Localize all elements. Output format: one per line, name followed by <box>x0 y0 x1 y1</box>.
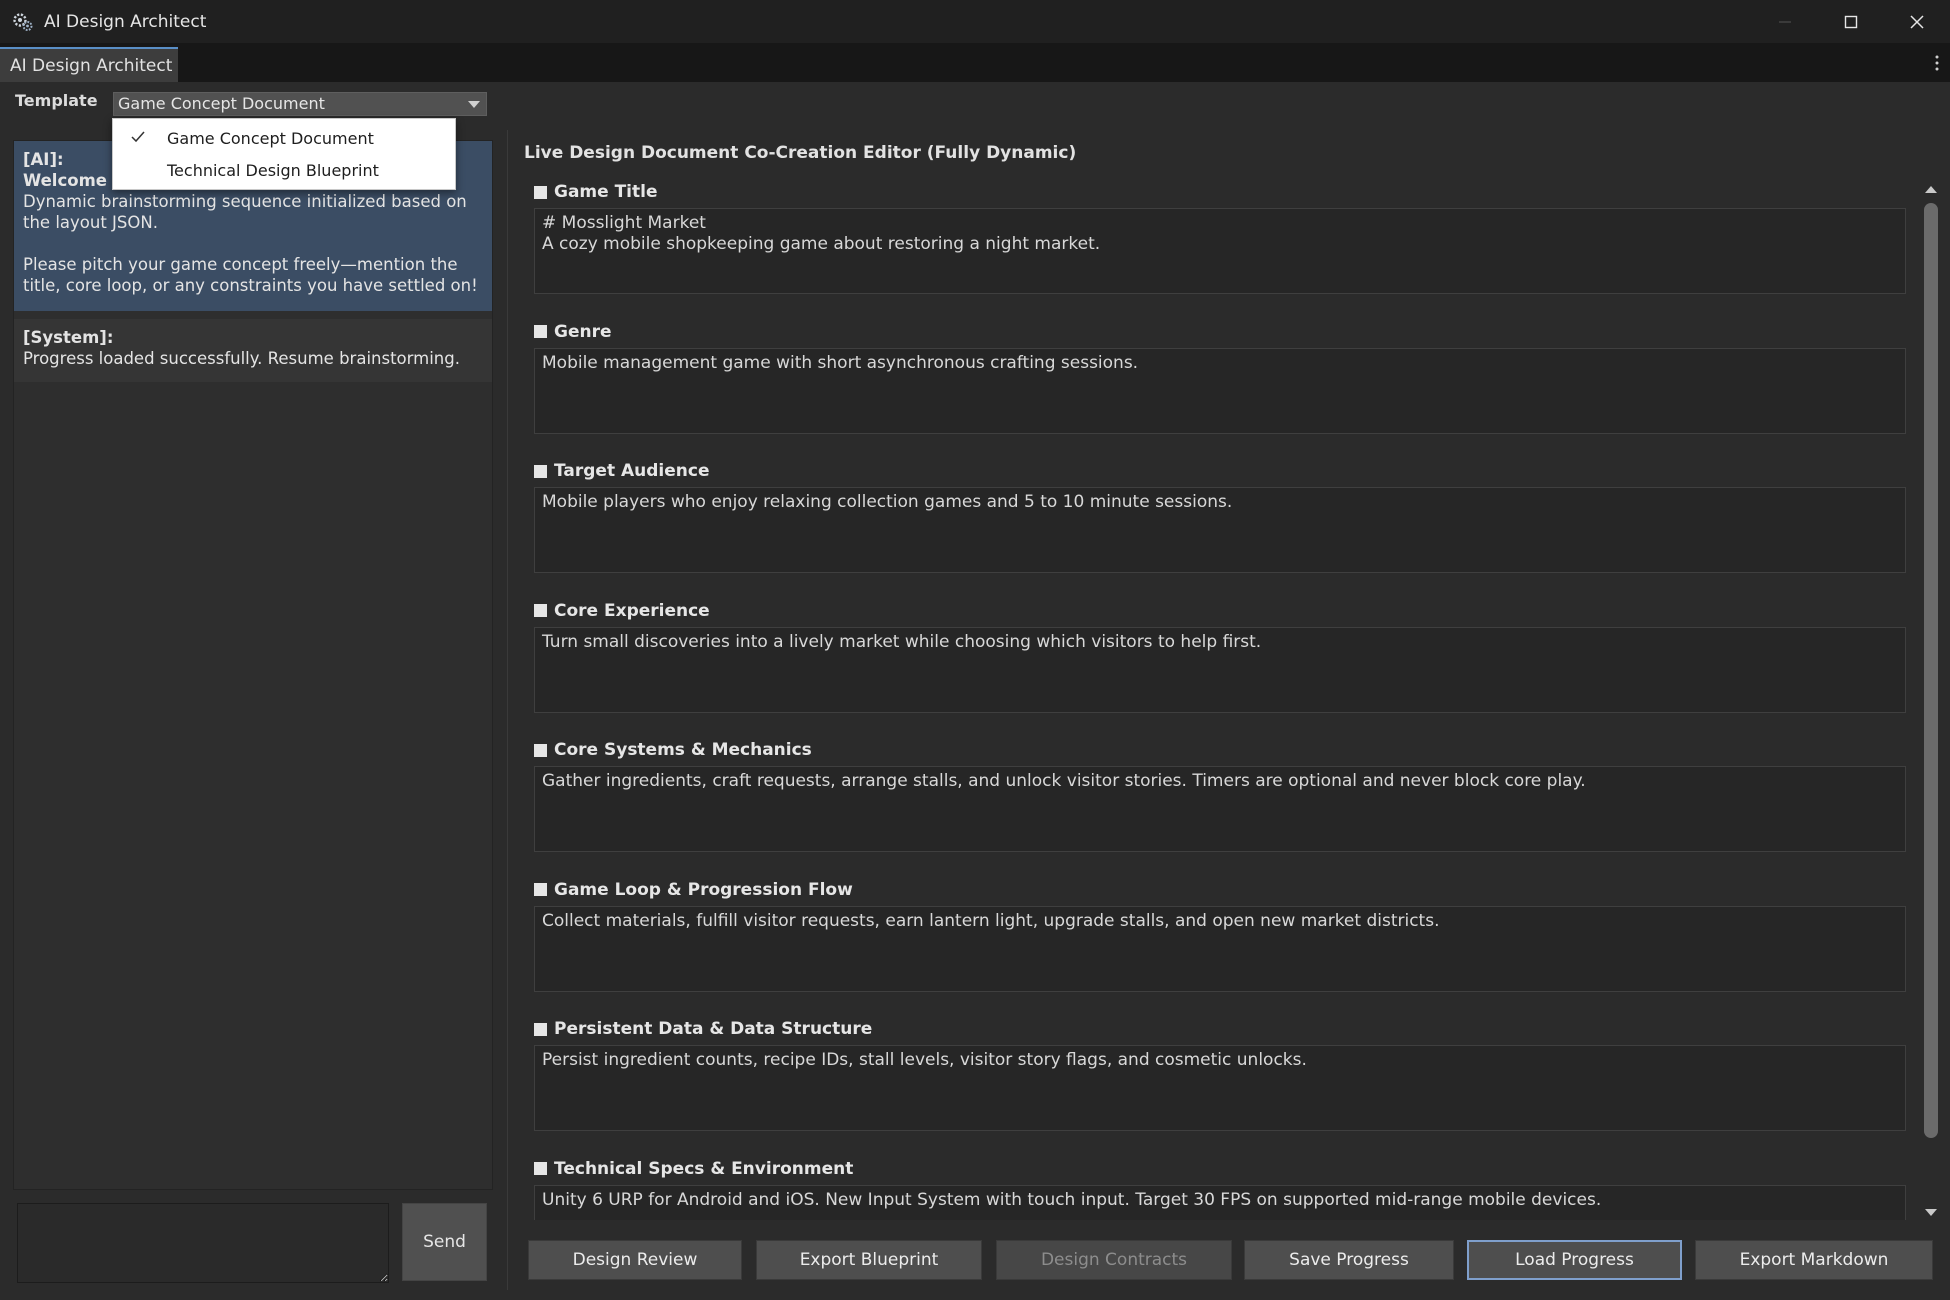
section-heading: Game Loop & Progression Flow <box>554 879 853 900</box>
tab-ai-design-architect[interactable]: AI Design Architect <box>0 47 178 82</box>
section-marker-icon <box>534 743 547 757</box>
scroll-up-icon[interactable] <box>1925 186 1937 193</box>
maximize-icon <box>1844 15 1858 28</box>
section-textbox[interactable]: Mobile players who enjoy relaxing collec… <box>534 487 1906 573</box>
design-review-button[interactable]: Design Review <box>528 1240 742 1280</box>
chat-input[interactable] <box>17 1203 389 1283</box>
window-controls <box>1752 0 1950 43</box>
chat-ai-line2: Please pitch your game concept freely—me… <box>23 255 478 295</box>
export-blueprint-button[interactable]: Export Blueprint <box>756 1240 982 1280</box>
section-game-loop: Game Loop & Progression Flow Collect mat… <box>524 878 1924 1018</box>
section-heading: Target Audience <box>554 461 710 481</box>
editor-scrollbar[interactable] <box>1922 180 1940 1220</box>
section-marker-icon <box>534 185 547 199</box>
scroll-down-icon[interactable] <box>1925 1209 1937 1216</box>
chevron-down-icon <box>468 101 480 108</box>
chat-system-text: Progress loaded successfully. Resume bra… <box>23 349 460 368</box>
minimize-icon <box>1779 21 1791 22</box>
tab-bar: AI Design Architect <box>0 43 1950 82</box>
dropdown-option-technical-blueprint[interactable]: Technical Design Blueprint <box>113 155 455 185</box>
section-marker-icon <box>534 883 547 896</box>
section-marker-icon <box>534 1162 547 1175</box>
section-heading: Genre <box>554 321 612 342</box>
section-genre: Genre Mobile management game with short … <box>524 320 1924 460</box>
chat-message-system: [System]: Progress loaded successfully. … <box>14 319 492 382</box>
section-persistent-data: Persistent Data & Data Structure Persist… <box>524 1017 1924 1157</box>
section-target-audience: Target Audience Mobile players who enjoy… <box>524 459 1924 599</box>
checkmark-icon <box>131 131 145 143</box>
section-textbox[interactable]: Persist ingredient counts, recipe IDs, s… <box>534 1045 1906 1131</box>
section-core-experience: Core Experience Turn small discoveries i… <box>524 599 1924 739</box>
template-selected-value: Game Concept Document <box>118 94 325 113</box>
section-technical-specs: Technical Specs & Environment Unity 6 UR… <box>524 1157 1924 1220</box>
section-textbox[interactable]: # Mosslight Market A cozy mobile shopkee… <box>534 208 1906 294</box>
section-textbox[interactable]: Unity 6 URP for Android and iOS. New Inp… <box>534 1184 1906 1220</box>
section-heading: Core Experience <box>554 600 710 621</box>
window-title: AI Design Architect <box>44 11 207 32</box>
title-bar: AI Design Architect <box>0 0 1950 43</box>
editor-title: Live Design Document Co-Creation Editor … <box>524 143 1077 163</box>
gear-cluster-icon <box>13 12 33 31</box>
load-progress-button[interactable]: Load Progress <box>1467 1240 1682 1280</box>
export-markdown-button[interactable]: Export Markdown <box>1695 1240 1933 1280</box>
maximize-button[interactable] <box>1818 0 1884 43</box>
design-contracts-button[interactable]: Design Contracts <box>996 1240 1232 1280</box>
section-textbox[interactable]: Gather ingredients, craft requests, arra… <box>534 766 1906 852</box>
dropdown-option-game-concept[interactable]: Game Concept Document <box>113 123 455 153</box>
template-select[interactable]: Game Concept Document <box>113 92 487 116</box>
section-core-systems: Core Systems & Mechanics Gather ingredie… <box>524 738 1924 878</box>
section-heading: Technical Specs & Environment <box>554 1158 854 1179</box>
close-button[interactable] <box>1884 0 1950 43</box>
close-icon <box>1910 14 1924 29</box>
chat-ai-line1: Dynamic brainstorming sequence initializ… <box>23 192 467 232</box>
section-game-title: Game Title # Mosslight Market A cozy mob… <box>524 180 1924 320</box>
editor-scroll-area[interactable]: Game Title # Mosslight Market A cozy mob… <box>524 180 1924 1220</box>
save-progress-button[interactable]: Save Progress <box>1244 1240 1454 1280</box>
section-marker-icon <box>534 604 547 617</box>
kebab-menu-icon[interactable] <box>1934 53 1940 73</box>
section-heading: Persistent Data & Data Structure <box>554 1019 873 1039</box>
send-button[interactable]: Send <box>402 1203 487 1281</box>
section-heading: Core Systems & Mechanics <box>554 740 812 760</box>
template-label: Template <box>15 91 98 110</box>
chat-sender-system: [System]: <box>23 328 114 347</box>
panel-divider[interactable] <box>507 130 508 1290</box>
scroll-thumb[interactable] <box>1924 203 1938 1138</box>
section-textbox[interactable]: Mobile management game with short asynch… <box>534 347 1906 434</box>
section-marker-icon <box>534 1022 547 1036</box>
chat-panel[interactable]: [AI]: Welcome t Dynamic brainstorming se… <box>13 140 493 1190</box>
section-marker-icon <box>534 464 547 478</box>
section-marker-icon <box>534 325 547 338</box>
section-textbox[interactable]: Collect materials, fulfill visitor reque… <box>534 905 1906 992</box>
section-heading: Game Title <box>554 182 658 202</box>
template-dropdown-menu: Game Concept Document Technical Design B… <box>112 118 456 190</box>
section-textbox[interactable]: Turn small discoveries into a lively mar… <box>534 626 1906 713</box>
minimize-button[interactable] <box>1752 0 1818 43</box>
